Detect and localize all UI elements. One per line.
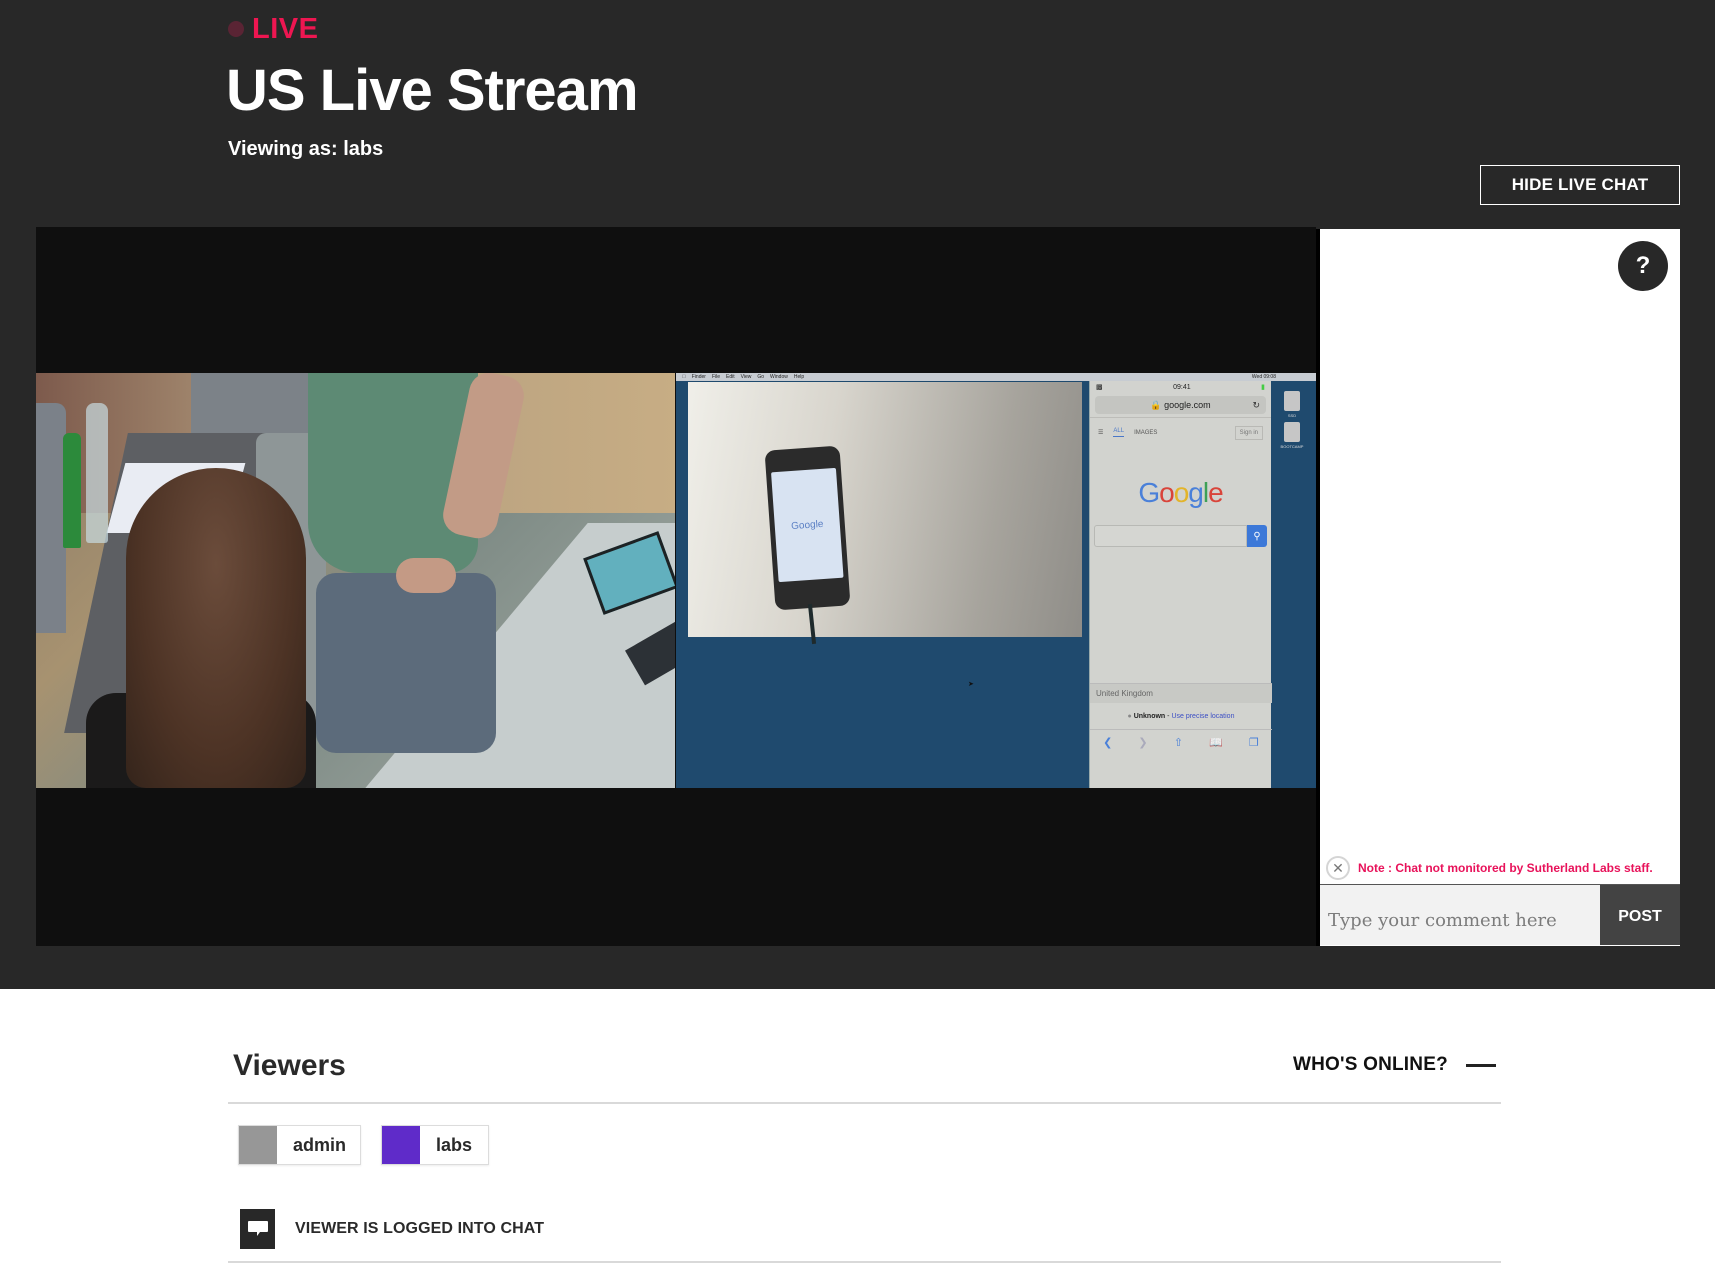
bookmarks-icon: 📖 [1209, 736, 1223, 749]
post-button[interactable]: POST [1600, 885, 1680, 945]
cam-scene-glass-bottle [86, 403, 108, 543]
cam-scene-sofa-arm [36, 403, 66, 633]
live-chat-panel: ? ✕ Note : Chat not monitored by Sutherl… [1320, 229, 1680, 946]
safari-toolbar: ❮ ❯ ⇧ 📖 ❐ [1090, 729, 1272, 754]
google-sign-in: Sign in [1234, 425, 1263, 440]
hide-live-chat-button[interactable]: HIDE LIVE CHAT [1480, 165, 1680, 205]
viewer-color-swatch [239, 1126, 277, 1164]
chat-note-text: Note : Chat not monitored by Sutherland … [1358, 861, 1653, 875]
viewers-heading: Viewers [233, 1049, 346, 1082]
reload-icon: ↻ [1252, 399, 1260, 410]
drive-label: SSD [1287, 413, 1297, 418]
battery-icon: ▮ [1261, 384, 1265, 391]
apple-icon:  [682, 373, 686, 381]
mac-menubar:  Finder File Edit View Go Window Help W… [676, 373, 1316, 381]
iphone-screen: Google [771, 467, 844, 583]
live-label: LIVE [252, 13, 319, 45]
chat-login-legend: VIEWER IS LOGGED INTO CHAT [240, 1209, 544, 1249]
cam-scene-green-bottle [63, 433, 81, 548]
google-tabs: ☰ ALL IMAGES Sign in [1090, 417, 1271, 447]
menu-icon: ☰ [1098, 430, 1104, 436]
viewer-list: admin labs [238, 1125, 490, 1165]
page: LIVE US Live Stream Viewing as: labs HID… [0, 0, 1715, 1269]
viewer-chip[interactable]: labs [381, 1125, 490, 1165]
google-logo: Google [1138, 477, 1223, 508]
url-text: google.com [1164, 400, 1211, 410]
google-search-box [1094, 525, 1247, 547]
tabs-icon: ❐ [1248, 736, 1259, 749]
menubar-item: Help [790, 374, 804, 380]
search-icon: ⚲ [1247, 525, 1267, 547]
document-camera-window: Google [688, 382, 1082, 645]
drive-icon [1284, 422, 1300, 442]
viewer-name: labs [436, 1134, 473, 1155]
location-status: Unknown [1133, 713, 1166, 720]
menubar-item: File [708, 374, 720, 380]
chat-note: ✕ Note : Chat not monitored by Sutherlan… [1326, 854, 1653, 882]
viewer-color-swatch [382, 1126, 421, 1164]
mouse-cursor-icon: ➤ [968, 681, 974, 688]
live-indicator-dot-icon [228, 21, 244, 37]
bottom-divider [228, 1261, 1501, 1263]
chat-bubble-icon [240, 1209, 275, 1249]
help-button[interactable]: ? [1618, 241, 1668, 291]
cam-scene-participant-hand [396, 558, 456, 593]
back-icon: ❮ [1103, 736, 1113, 749]
google-location: ● Unknown - Use precise location [1090, 705, 1272, 729]
cam-scene-moderator-head [126, 468, 306, 788]
mobile-browser-mirror: ▩ 09:41 ▮ 🔒 google.com ↻ ☰ ALL IMAGES Si… [1089, 381, 1272, 788]
google-tab-all: ALL [1113, 428, 1125, 437]
cam-scene-participant-legs [316, 573, 496, 753]
chat-login-legend-text: VIEWER IS LOGGED INTO CHAT [295, 1220, 545, 1237]
chat-bubble-glyph [247, 1221, 268, 1236]
menubar-item: Go [753, 374, 764, 380]
iphone-device: Google [764, 445, 851, 611]
viewer-name: admin [293, 1134, 347, 1155]
close-note-icon[interactable]: ✕ [1326, 856, 1350, 880]
collapse-icon[interactable] [1465, 1063, 1496, 1067]
phone-time: 09:41 [1173, 383, 1191, 391]
forward-icon: ❯ [1138, 736, 1148, 749]
lock-icon: 🔒 [1150, 399, 1165, 410]
menubar-item: Edit [722, 374, 735, 380]
screen-share-feed:  Finder File Edit View Go Window Help W… [676, 373, 1316, 788]
share-icon: ⇧ [1173, 736, 1183, 749]
page-title: US Live Stream [226, 58, 639, 123]
desktop-icons: SSD BOOTCAMP [1274, 387, 1310, 449]
viewer-chip[interactable]: admin [238, 1125, 362, 1165]
google-country: United Kingdom [1090, 683, 1272, 703]
viewing-as-label: Viewing as: labs [228, 138, 384, 160]
use-precise-location-link: Use precise location [1171, 713, 1235, 720]
menubar-clock: Wed 09:08 [1251, 374, 1276, 380]
camera-feed [36, 373, 675, 788]
live-badge: LIVE [228, 12, 318, 46]
charging-cable [807, 603, 817, 645]
drive-label: BOOTCAMP [1280, 444, 1304, 449]
menubar-item: Finder [688, 374, 706, 380]
menubar-item: View [736, 374, 752, 380]
google-tab-images: IMAGES [1134, 429, 1158, 436]
video-player[interactable]:  Finder File Edit View Go Window Help W… [36, 227, 1316, 946]
url-bar: 🔒 google.com ↻ [1095, 396, 1266, 414]
google-logo-small: Google [790, 518, 824, 532]
viewers-divider [228, 1102, 1501, 1104]
whos-online-toggle[interactable]: WHO'S ONLINE? [1293, 1054, 1496, 1076]
whos-online-label: WHO'S ONLINE? [1293, 1054, 1448, 1075]
signal-wifi-icon: ▩ [1096, 384, 1103, 391]
google-search-bar: ⚲ [1094, 525, 1267, 547]
menubar-item: Window [766, 374, 788, 380]
drive-icon [1284, 391, 1300, 411]
phone-status-bar: ▩ 09:41 ▮ [1090, 381, 1271, 393]
comment-input[interactable] [1320, 885, 1600, 945]
